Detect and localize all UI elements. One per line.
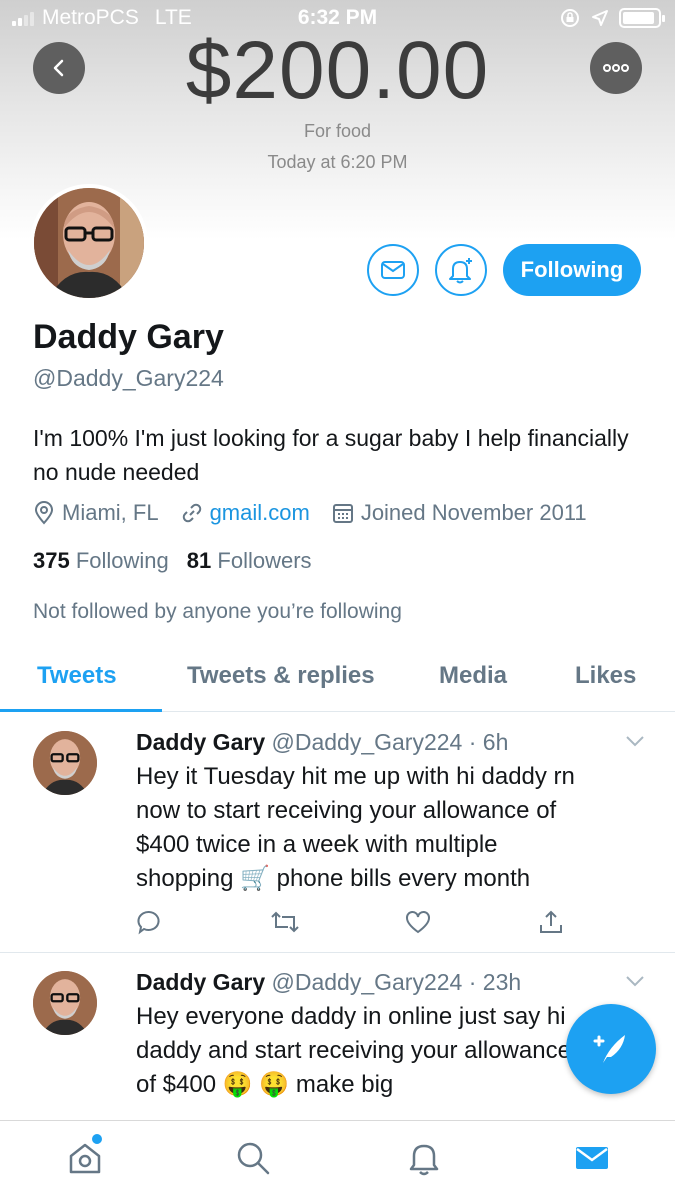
profile-tabs: Tweets Tweets & replies Media Likes: [0, 648, 675, 712]
profile-joined-text: Joined November 2011: [360, 500, 587, 525]
profile-location: Miami, FL: [33, 500, 159, 526]
tweet-header: Daddy Gary @Daddy_Gary224 · 23h: [136, 969, 521, 996]
tweet-text-fragment: of $400: [136, 1071, 217, 1098]
tab-home[interactable]: [66, 1139, 104, 1182]
envelope-icon: [381, 261, 405, 279]
followers-count-link[interactable]: 81 Followers: [187, 548, 312, 574]
tweet-text-line: now to start receiving your allowance of: [136, 797, 557, 824]
tweet-text-fragment: shopping: [136, 865, 234, 892]
tweet-actions: [136, 909, 672, 940]
bell-icon: [409, 1144, 439, 1176]
bell-plus-icon: [449, 258, 472, 284]
not-followed-notice: Not followed by anyone you’re following: [33, 600, 402, 623]
payment-amount: $200.00: [185, 25, 490, 116]
profile-display-name: Daddy Gary: [33, 318, 224, 356]
tweet-text-line: of $400 🤑 🤑 make big: [136, 1068, 636, 1102]
tweet-author-name: Daddy Gary: [136, 969, 266, 995]
profile-bio: I'm 100% I'm just looking for a sugar ba…: [33, 425, 629, 485]
calendar-icon: [332, 504, 353, 523]
tab-media[interactable]: Media: [439, 662, 507, 690]
chevron-down-icon[interactable]: [625, 735, 645, 747]
tweet-handle-time: @Daddy_Gary224 · 23h: [271, 969, 522, 995]
home-new-content-dot: [92, 1134, 102, 1144]
active-tab-indicator: [0, 709, 162, 712]
following-label: Following: [75, 548, 169, 573]
tab-tweets-replies[interactable]: Tweets & replies: [187, 662, 375, 690]
following-button[interactable]: Following: [503, 244, 641, 296]
link-icon: [182, 503, 201, 523]
tweet-text-fragment: make big: [295, 1071, 394, 1098]
tweet-avatar[interactable]: [33, 971, 97, 1035]
mail-icon: [576, 1147, 608, 1169]
tab-search[interactable]: [234, 1139, 272, 1182]
share-icon: [540, 910, 562, 933]
profile-counts: 375 Following 81 Followers: [33, 548, 312, 574]
location-pin-icon: [34, 501, 54, 525]
heart-icon: [406, 911, 430, 934]
following-count: 375: [33, 548, 70, 573]
tweet-text: Hey everyone daddy in online just say hi…: [136, 1000, 636, 1102]
profile-website[interactable]: gmail.com: [181, 500, 310, 526]
followers-label: Followers: [217, 548, 312, 573]
following-count-link[interactable]: 375 Following: [33, 548, 169, 574]
tweet-text: Hey it Tuesday hit me up with hi daddy r…: [136, 760, 636, 896]
notifications-toggle-button[interactable]: [435, 244, 487, 296]
home-icon: [69, 1143, 101, 1174]
tweet-text-line: Hey everyone daddy in online just say hi: [136, 1003, 566, 1030]
retweet-icon: [271, 911, 299, 933]
tweet-author-name: Daddy Gary: [136, 729, 266, 755]
payment-time: Today at 6:20 PM: [267, 152, 408, 172]
tab-messages[interactable]: [573, 1139, 611, 1182]
compose-tweet-icon: [593, 1035, 625, 1063]
search-icon: [237, 1142, 270, 1175]
profile-avatar[interactable]: [30, 184, 148, 302]
tweet-text-line: Hey it Tuesday hit me up with hi daddy r…: [136, 763, 575, 790]
compose-tweet-button[interactable]: [566, 1004, 656, 1094]
retweet-button[interactable]: [270, 909, 404, 940]
bottom-tab-bar: [0, 1120, 675, 1200]
tab-notifications[interactable]: [405, 1139, 443, 1182]
tweet-handle-time: @Daddy_Gary224 · 6h: [271, 729, 509, 755]
tweet-avatar[interactable]: [33, 731, 97, 795]
tab-tweets[interactable]: Tweets: [37, 662, 117, 690]
followers-count: 81: [186, 548, 212, 573]
money-face-emoji: 🤑: [259, 1071, 290, 1098]
profile-website-link[interactable]: gmail.com: [210, 500, 310, 526]
profile-location-text: Miami, FL: [62, 500, 159, 525]
shopping-cart-emoji: 🛒: [240, 865, 270, 892]
chevron-down-icon[interactable]: [625, 975, 645, 987]
profile-meta: Miami, FL gmail.com Joined November 2011: [33, 500, 609, 526]
like-button[interactable]: [404, 909, 538, 940]
money-face-emoji: 🤑: [222, 1071, 253, 1098]
tweet-item[interactable]: Daddy Gary @Daddy_Gary224 · 6h Hey it Tu…: [0, 713, 675, 953]
message-button[interactable]: [367, 244, 419, 296]
reply-button[interactable]: [136, 909, 270, 940]
tweet-text-line: $400 twice in a week with multiple: [136, 831, 498, 858]
profile-joined: Joined November 2011: [332, 500, 587, 526]
tweet-text-line: shopping 🛒 phone bills every month: [136, 862, 636, 896]
tab-likes[interactable]: Likes: [575, 662, 636, 690]
profile-handle: @Daddy_Gary224: [33, 365, 224, 391]
share-button[interactable]: [538, 909, 672, 940]
payment-note: For food: [303, 121, 372, 141]
tweet-header: Daddy Gary @Daddy_Gary224 · 6h: [136, 729, 508, 756]
reply-icon: [137, 911, 160, 935]
tweet-text-fragment: phone bills every month: [276, 865, 531, 892]
tweet-text-line: daddy and start receiving your allowance: [136, 1037, 571, 1064]
